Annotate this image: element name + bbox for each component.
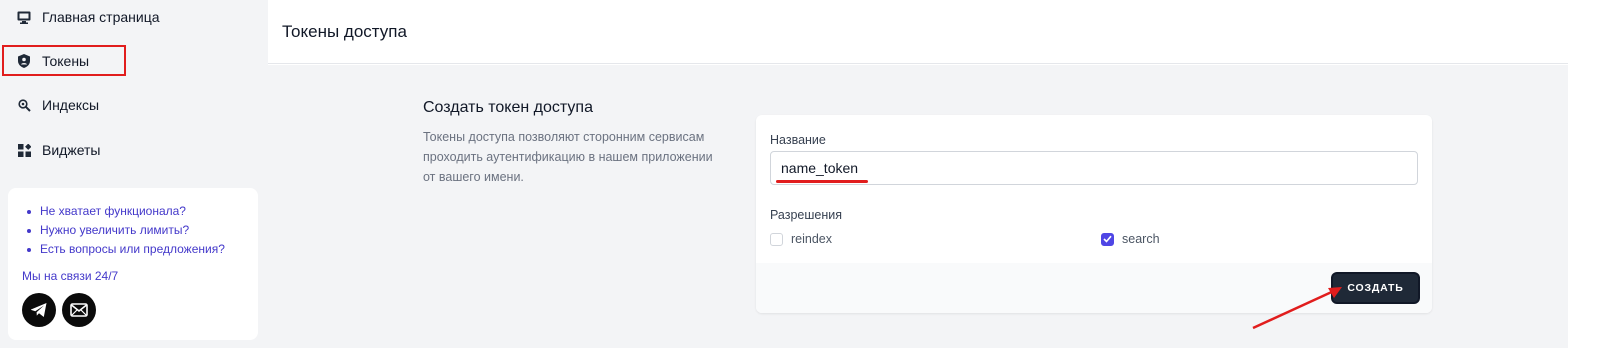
help-link-feedback[interactable]: Есть вопросы или предложения?	[22, 240, 244, 259]
help-link-features[interactable]: Не хватает функционала?	[22, 202, 244, 221]
sidebar-item-indexes[interactable]: Индексы	[0, 88, 268, 122]
help-links: Не хватает функционала? Нужно увеличить …	[22, 202, 244, 259]
section-title: Создать токен доступа	[423, 99, 593, 116]
monitor-icon	[17, 10, 31, 24]
page-header: Токены доступа	[268, 0, 1568, 64]
section-description: Токены доступа позволяют сторонним серви…	[423, 130, 713, 184]
window-edge	[1568, 0, 1600, 348]
help-link-limits[interactable]: Нужно увеличить лимиты?	[22, 221, 244, 240]
telegram-icon[interactable]	[22, 293, 56, 327]
permissions-label: Разрешения	[770, 208, 843, 222]
support-text: Мы на связи 24/7	[22, 269, 119, 283]
magnifier-icon	[17, 98, 31, 112]
page-title: Токены доступа	[282, 21, 407, 41]
annotation-underline	[776, 180, 868, 183]
permission-search[interactable]: search	[1101, 232, 1160, 246]
main-content: Создать токен доступа Токены доступа поз…	[268, 65, 1568, 348]
sidebar-item-label: Виджеты	[42, 142, 101, 158]
intro-section: Создать токен доступа Токены доступа поз…	[423, 99, 723, 187]
sidebar-item-label: Токены	[42, 52, 90, 69]
social-links	[22, 293, 244, 327]
permission-reindex[interactable]: reindex	[770, 232, 832, 246]
sidebar-item-widgets[interactable]: Виджеты	[0, 133, 268, 167]
sidebar-item-home[interactable]: Главная страница	[0, 0, 268, 34]
check-icon	[1103, 235, 1112, 243]
widgets-icon	[17, 143, 31, 157]
annotation-arrow	[1252, 287, 1342, 330]
search-checkbox[interactable]	[1101, 232, 1114, 246]
reindex-checkbox[interactable]	[770, 232, 783, 246]
sidebar-item-label: Главная страница	[42, 9, 160, 25]
shield-user-icon	[17, 53, 31, 68]
help-card: Не хватает функционала? Нужно увеличить …	[8, 188, 258, 340]
sidebar-item-label: Индексы	[42, 97, 100, 113]
name-label: Название	[770, 133, 826, 147]
permission-label: reindex	[791, 232, 832, 246]
mail-icon[interactable]	[62, 293, 96, 327]
sidebar-item-tokens[interactable]: Токены	[2, 45, 126, 76]
sidebar: Главная страница Токены Индексы Виджеты …	[0, 0, 268, 348]
permission-label: search	[1122, 232, 1160, 246]
